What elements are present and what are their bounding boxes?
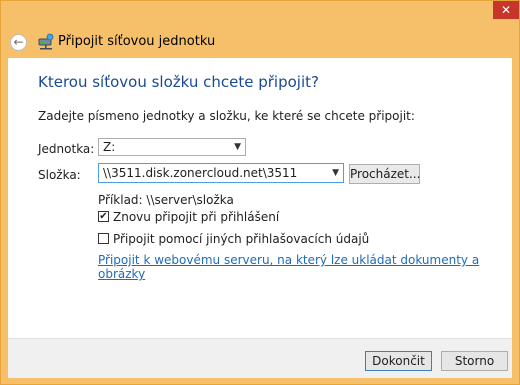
- window-title: Připojit síťovou jednotku: [58, 34, 216, 49]
- web-server-link[interactable]: Připojit k webovému serveru, na který lz…: [98, 253, 512, 281]
- title-bar: ✕ ← Připojit síťovou jednotku: [1, 1, 519, 58]
- footer-bar: Dokončit Storno: [8, 338, 512, 378]
- example-text: Příklad: \\server\složka: [98, 193, 234, 207]
- drive-select[interactable]: Z: ▼: [98, 138, 246, 156]
- main-panel: Kterou síťovou složku chcete připojit? Z…: [8, 58, 512, 338]
- chevron-down-icon[interactable]: ▼: [332, 164, 339, 182]
- network-drive-icon: [38, 33, 54, 50]
- folder-input[interactable]: \\3511.disk.zonercloud.net\3511 ▼: [98, 163, 344, 183]
- close-icon: ✕: [500, 3, 512, 17]
- other-credentials-checkbox[interactable]: [98, 233, 109, 244]
- page-title: Kterou síťovou složku chcete připojit?: [38, 73, 319, 91]
- finish-button[interactable]: Dokončit: [365, 351, 432, 371]
- reconnect-option[interactable]: ✔ Znovu připojit při přihlášení: [98, 211, 279, 224]
- cancel-button[interactable]: Storno: [441, 351, 508, 371]
- back-button[interactable]: ←: [10, 34, 27, 51]
- other-credentials-option[interactable]: Připojit pomocí jiných přihlašovacích úd…: [98, 233, 369, 246]
- drive-label: Jednotka:: [38, 142, 95, 156]
- folder-label: Složka:: [38, 168, 81, 182]
- close-button[interactable]: ✕: [493, 1, 519, 19]
- browse-button[interactable]: Procházet...: [349, 164, 420, 184]
- back-arrow-icon: ←: [13, 35, 24, 49]
- other-credentials-label[interactable]: Připojit pomocí jiných přihlašovacích úd…: [113, 232, 369, 246]
- folder-value: \\3511.disk.zonercloud.net\3511: [103, 166, 298, 180]
- chevron-down-icon[interactable]: ▼: [234, 139, 241, 155]
- reconnect-checkbox[interactable]: ✔: [98, 211, 109, 222]
- checkmark-icon: ✔: [99, 211, 108, 222]
- drive-value: Z:: [103, 140, 116, 154]
- dialog-window: ✕ ← Připojit síťovou jednotku Kterou síť…: [0, 0, 520, 385]
- reconnect-label[interactable]: Znovu připojit při přihlášení: [113, 210, 279, 224]
- instruction-text: Zadejte písmeno jednotky a složku, ke kt…: [38, 109, 415, 123]
